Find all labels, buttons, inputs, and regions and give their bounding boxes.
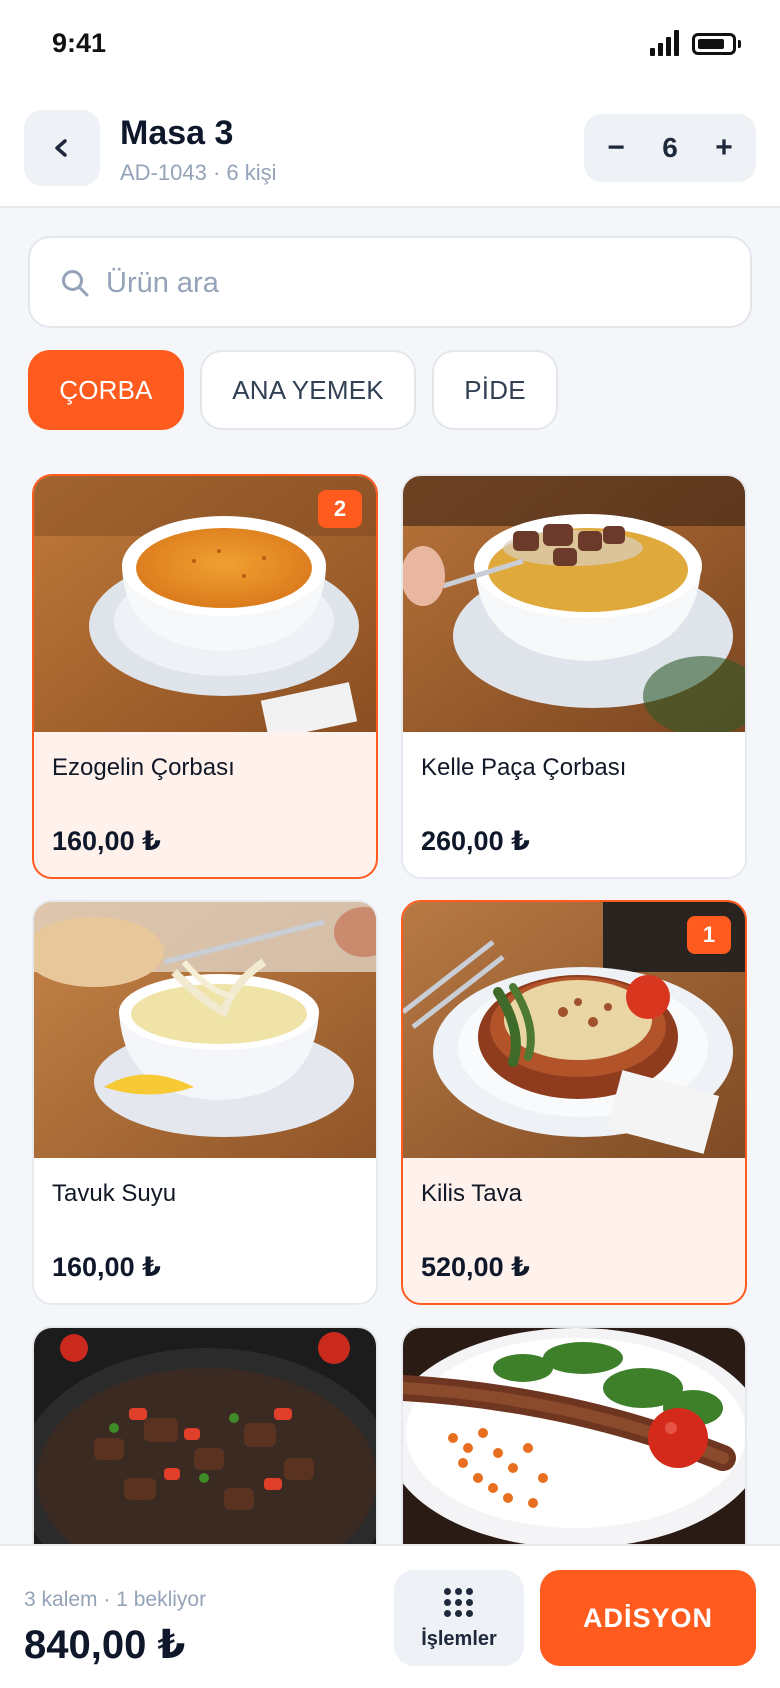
back-button[interactable] bbox=[24, 110, 100, 186]
status-time: 9:41 bbox=[52, 28, 107, 58]
order-summary-bar: 3 kalem · 1 bekliyor 840,00 ₺ İşlemler A… bbox=[0, 1544, 780, 1688]
page-title: Masa 3 bbox=[120, 114, 234, 152]
status-bar: 9:41 bbox=[0, 0, 780, 92]
product-card[interactable]: Tavuk Suyu 160,00 ₺ bbox=[32, 900, 378, 1305]
order-item-summary: 3 kalem · 1 bekliyor bbox=[24, 1588, 207, 1611]
product-name: Tavuk Suyu bbox=[52, 1180, 177, 1207]
product-card[interactable]: 2 Ezogelin Çorbası 160,00 ₺ bbox=[32, 474, 378, 879]
product-price: 160,00 ₺ bbox=[52, 1252, 161, 1282]
search-input[interactable] bbox=[106, 254, 726, 312]
header: Masa 3 AD-1043 · 6 kişi − 6 + bbox=[0, 92, 780, 208]
quantity-badge: 2 bbox=[318, 490, 362, 528]
guest-count-stepper: − 6 + bbox=[584, 114, 756, 182]
product-card[interactable]: 1 Kilis Tava 520,00 ₺ bbox=[401, 900, 747, 1305]
product-price: 260,00 ₺ bbox=[421, 826, 530, 856]
product-image-meat-soup bbox=[403, 476, 745, 732]
product-price: 520,00 ₺ bbox=[421, 1252, 530, 1282]
quantity-badge: 1 bbox=[687, 916, 731, 954]
battery-tip bbox=[738, 40, 741, 48]
actions-label: İşlemler bbox=[421, 1628, 497, 1650]
search-icon bbox=[62, 270, 89, 297]
product-name: Ezogelin Çorbası bbox=[52, 754, 235, 781]
category-chip-pide[interactable]: PİDE bbox=[432, 350, 558, 430]
category-chip-ana-yemek[interactable]: ANA YEMEK bbox=[200, 350, 416, 430]
increase-guests-button[interactable]: + bbox=[702, 114, 746, 182]
decrease-guests-button[interactable]: − bbox=[594, 114, 638, 182]
guest-count-value: 6 bbox=[662, 132, 678, 163]
product-price: 160,00 ₺ bbox=[52, 826, 161, 856]
order-total: 840,00 ₺ bbox=[24, 1623, 186, 1667]
battery-icon bbox=[692, 33, 736, 55]
product-image-noodle-soup bbox=[34, 902, 376, 1158]
actions-button[interactable]: İşlemler bbox=[394, 1570, 524, 1666]
order-subtitle: AD-1043 · 6 kişi bbox=[120, 160, 277, 185]
product-card[interactable]: Kelle Paça Çorbası 260,00 ₺ bbox=[401, 474, 747, 879]
checkout-button[interactable]: ADİSYON bbox=[540, 1570, 756, 1666]
grid-dots-icon bbox=[444, 1588, 474, 1618]
signal-icon bbox=[650, 30, 680, 56]
category-chip-corba[interactable]: ÇORBA bbox=[28, 350, 184, 430]
search-box bbox=[28, 236, 752, 328]
product-name: Kelle Paça Çorbası bbox=[421, 754, 627, 781]
back-chevron-icon bbox=[55, 139, 67, 157]
product-name: Kilis Tava bbox=[421, 1180, 522, 1207]
